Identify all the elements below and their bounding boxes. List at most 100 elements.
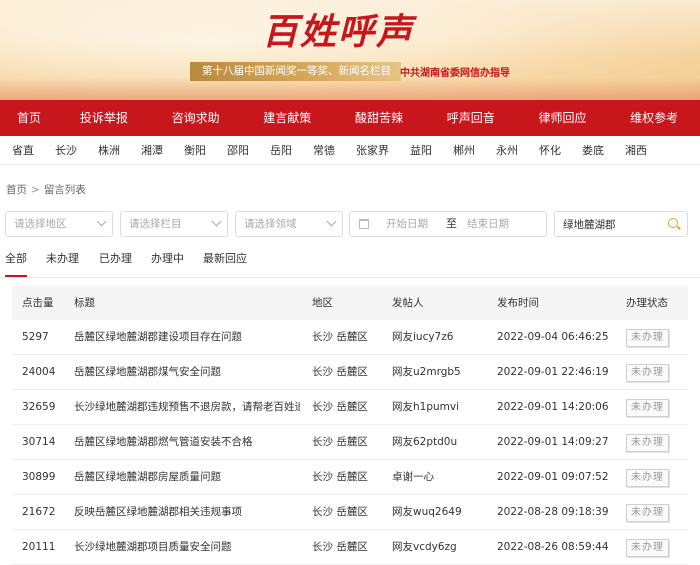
table-row[interactable]: 24004 岳麓区绿地麓湖郡煤气安全问题 长沙 岳麓区 网友u2mrgb5 20…: [12, 355, 688, 390]
domain-select-placeholder: 请选择领域: [244, 218, 297, 230]
region-link[interactable]: 长沙: [55, 142, 77, 158]
row-status: 未办理: [626, 495, 686, 529]
header-status: 办理状态: [626, 297, 668, 309]
tab-processed[interactable]: 已办理: [99, 249, 132, 269]
row-views: 5297: [22, 331, 49, 343]
row-title-link[interactable]: 反映岳麓区绿地麓湖郡相关违规事项: [74, 495, 300, 529]
row-status: 未办理: [626, 425, 686, 459]
row-title-link[interactable]: 岳麓区绿地麓湖郡燃气管道安装不合格: [74, 425, 300, 459]
main-nav: 首页 投诉举报 咨询求助 建言献策 酸甜苦辣 呼声回音 律师回应 维权参考: [0, 100, 700, 136]
nav-item-home[interactable]: 首页: [0, 100, 58, 136]
row-time: 2022-09-01 14:20:06: [497, 401, 609, 413]
status-badge: 未办理: [626, 434, 669, 452]
status-badge: 未办理: [626, 469, 669, 487]
row-time: 2022-09-04 06:46:25: [497, 331, 609, 343]
region-bar: 省直 长沙 株洲 湘潭 衡阳 邵阳 岳阳 常德 张家界 益阳 郴州 永州 怀化 …: [0, 136, 700, 165]
row-title-link[interactable]: 岳麓区绿地麓湖郡煤气安全问题: [74, 355, 300, 389]
region-link[interactable]: 张家界: [356, 142, 389, 158]
row-time: 2022-08-26 08:59:44: [497, 541, 609, 553]
column-select-placeholder: 请选择栏目: [129, 218, 182, 230]
header-time: 发布时间: [497, 297, 539, 309]
chevron-down-icon: [96, 216, 107, 227]
date-range-picker[interactable]: 开始日期 至 结束日期: [349, 211, 547, 237]
domain-select[interactable]: 请选择领域: [235, 211, 343, 237]
nav-item-lawyer[interactable]: 律师回应: [517, 100, 609, 136]
row-area: 长沙 岳麓区: [312, 541, 368, 553]
tab-processing[interactable]: 办理中: [151, 249, 184, 269]
region-link[interactable]: 娄底: [582, 142, 604, 158]
chevron-down-icon: [326, 216, 337, 227]
row-status: 未办理: [626, 460, 686, 494]
row-status: 未办理: [626, 530, 686, 564]
nav-item-suggest[interactable]: 建言献策: [241, 100, 333, 136]
search-input[interactable]: [563, 213, 663, 235]
region-link[interactable]: 省直: [12, 142, 34, 158]
nav-item-echo[interactable]: 呼声回音: [425, 100, 517, 136]
search-icon[interactable]: [668, 218, 678, 228]
row-status: 未办理: [626, 390, 686, 424]
header-area: 地区: [312, 297, 333, 309]
row-area: 长沙 岳麓区: [312, 331, 368, 343]
chevron-down-icon: [211, 216, 222, 227]
status-badge: 未办理: [626, 364, 669, 382]
row-time: 2022-08-28 09:18:39: [497, 506, 609, 518]
nav-item-rights[interactable]: 维权参考: [608, 100, 700, 136]
row-views: 30714: [22, 436, 56, 448]
header-banner: 百姓呼声 第十八届中国新闻奖一等奖、新闻名栏目 中共湖南省委网信办指导: [0, 0, 700, 100]
row-title-link[interactable]: 岳麓区绿地麓湖郡建设项目存在问题: [74, 320, 300, 354]
row-time: 2022-09-01 09:07:52: [497, 471, 609, 483]
region-link[interactable]: 岳阳: [270, 142, 292, 158]
region-link[interactable]: 怀化: [539, 142, 561, 158]
row-poster: 网友vcdy6zg: [392, 541, 457, 553]
row-title-link[interactable]: 岳麓区绿地麓湖郡房屋质量问题: [74, 460, 300, 494]
region-link[interactable]: 郴州: [453, 142, 475, 158]
status-badge: 未办理: [626, 539, 669, 557]
region-select[interactable]: 请选择地区: [5, 211, 113, 237]
filter-row: 请选择地区 请选择栏目 请选择领域 开始日期 至 结束日期: [0, 211, 700, 237]
region-link[interactable]: 永州: [496, 142, 518, 158]
region-link[interactable]: 湘潭: [141, 142, 163, 158]
header-views: 点击量: [22, 297, 54, 309]
start-date-input[interactable]: 开始日期: [386, 212, 428, 236]
breadcrumb-home[interactable]: 首页: [6, 184, 27, 196]
row-time: 2022-09-01 14:09:27: [497, 436, 609, 448]
banner-decoration: [0, 78, 700, 100]
table-row[interactable]: 21672 反映岳麓区绿地麓湖郡相关违规事项 长沙 岳麓区 网友wuq2649 …: [12, 495, 688, 530]
nav-item-life[interactable]: 酸甜苦辣: [333, 100, 425, 136]
row-area: 长沙 岳麓区: [312, 366, 368, 378]
nav-item-consult[interactable]: 咨询求助: [150, 100, 242, 136]
tab-latest-response[interactable]: 最新回应: [203, 249, 247, 269]
status-tabs: 全部 未办理 已办理 办理中 最新回应: [0, 249, 700, 278]
table-row[interactable]: 30714 岳麓区绿地麓湖郡燃气管道安装不合格 长沙 岳麓区 网友62ptd0u…: [12, 425, 688, 460]
column-select[interactable]: 请选择栏目: [120, 211, 228, 237]
table-row[interactable]: 32659 长沙绿地麓湖郡违规预售不退房款，请帮老百姓追... 长沙 岳麓区 网…: [12, 390, 688, 425]
row-views: 21672: [22, 506, 56, 518]
row-views: 24004: [22, 366, 56, 378]
message-table: 点击量 标题 地区 发帖人 发布时间 办理状态 5297 岳麓区绿地麓湖郡建设项…: [12, 286, 688, 565]
end-date-input[interactable]: 结束日期: [467, 212, 509, 236]
region-link[interactable]: 株洲: [98, 142, 120, 158]
site-logo-title[interactable]: 百姓呼声: [262, 3, 414, 55]
table-row[interactable]: 30899 岳麓区绿地麓湖郡房屋质量问题 长沙 岳麓区 卓谢一心 2022-09…: [12, 460, 688, 495]
row-title-link[interactable]: 长沙绿地麓湖郡违规预售不退房款，请帮老百姓追...: [74, 390, 300, 424]
region-link[interactable]: 邵阳: [227, 142, 249, 158]
header-poster: 发帖人: [392, 297, 424, 309]
region-link[interactable]: 湘西: [625, 142, 647, 158]
region-link[interactable]: 衡阳: [184, 142, 206, 158]
row-poster: 网友h1pumvi: [392, 401, 460, 413]
row-area: 长沙 岳麓区: [312, 471, 368, 483]
region-link[interactable]: 益阳: [410, 142, 432, 158]
region-link[interactable]: 常德: [313, 142, 335, 158]
calendar-icon: [359, 219, 369, 229]
breadcrumb: 首页 > 留言列表: [0, 177, 700, 203]
row-poster: 卓谢一心: [392, 471, 434, 483]
tab-unprocessed[interactable]: 未办理: [46, 249, 79, 269]
table-row[interactable]: 5297 岳麓区绿地麓湖郡建设项目存在问题 长沙 岳麓区 网友iucy7z6 2…: [12, 320, 688, 355]
row-views: 32659: [22, 401, 56, 413]
nav-item-complaint[interactable]: 投诉举报: [58, 100, 150, 136]
row-time: 2022-09-01 22:46:19: [497, 366, 609, 378]
row-views: 20111: [22, 541, 56, 553]
tab-all[interactable]: 全部: [5, 249, 27, 277]
row-area: 长沙 岳麓区: [312, 436, 368, 448]
row-title-link[interactable]: 长沙绿地麓湖郡项目质量安全问题: [74, 530, 300, 564]
